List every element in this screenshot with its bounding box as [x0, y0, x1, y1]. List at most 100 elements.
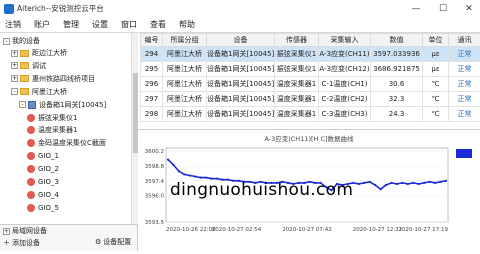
menu-window[interactable]: 窗口 — [116, 19, 145, 30]
table-row[interactable]: 295阿墨江大桥设备箱1网关[10045]振弦采集仪1A-3应变(CH12)36… — [141, 62, 480, 77]
expand-icon[interactable]: + — [3, 228, 10, 235]
watermark: dingnuohuishou.com — [170, 180, 353, 200]
tree-item[interactable]: GIO_2 — [27, 163, 59, 175]
menu-view[interactable]: 查看 — [145, 19, 174, 30]
col-header[interactable]: 数值 — [371, 34, 423, 47]
menu-settings[interactable]: 设置 — [87, 19, 116, 30]
expand-icon[interactable]: + — [11, 50, 18, 57]
minimize-icon[interactable]: — — [405, 0, 427, 17]
data-point — [178, 170, 180, 172]
tree-item[interactable]: 金码温度采集仪C截面 — [27, 137, 106, 149]
tree-item[interactable]: GIO_4 — [27, 189, 59, 201]
tree-item[interactable]: - 阿墨江大桥 — [11, 86, 67, 98]
table-cell: 30.6 — [371, 77, 423, 92]
tree-item[interactable]: GIO_3 — [27, 176, 59, 188]
table-cell: 设备箱1网关[10045] — [207, 47, 275, 62]
tree-item-label: 调试 — [32, 61, 46, 71]
collapse-icon[interactable]: - — [11, 88, 18, 95]
collapse-icon[interactable]: - — [3, 38, 10, 45]
data-point — [172, 164, 174, 166]
folder-icon — [20, 88, 29, 95]
chart-title: A-3应变(CH11)[H C]数据曲线 — [264, 134, 354, 143]
table-cell: C-1温度(CH1) — [319, 77, 371, 92]
col-header[interactable]: 所属分组 — [163, 34, 207, 47]
data-point — [401, 182, 403, 184]
y-tick-label: 3596.0 — [145, 194, 165, 200]
tree-item-label: 距边江大桥 — [32, 48, 67, 58]
device-tree: - 我的设备 +距边江大桥+调试+惠州铁路四线桥项目-阿墨江大桥-设备箱1网关[… — [0, 33, 138, 224]
table-cell: 295 — [141, 62, 163, 77]
folder-icon — [20, 62, 29, 69]
tree-item[interactable]: + 距边江大桥 — [11, 47, 67, 59]
col-header[interactable]: 编号 — [141, 34, 163, 47]
data-point — [385, 184, 387, 186]
sensor-icon — [27, 114, 35, 122]
table-cell: 正常 — [449, 77, 480, 92]
expand-icon[interactable]: + — [11, 75, 18, 82]
col-header[interactable]: 传感器 — [275, 34, 319, 47]
data-point — [189, 174, 191, 176]
tree-item[interactable]: GIO_1 — [27, 150, 59, 162]
table-row[interactable]: 298阿墨江大桥设备箱1网关[10045]温度采集器1C-3温度(CH3)24.… — [141, 107, 480, 122]
collapse-icon[interactable]: - — [19, 101, 26, 108]
y-tick-label: 3600.2 — [145, 149, 164, 155]
tree-item-label: GIO_2 — [38, 165, 59, 173]
maximize-icon[interactable]: ☐ — [432, 0, 454, 17]
gear-icon: ⚙ — [95, 238, 101, 246]
x-tick-label: 2020-10-27 02:54 — [212, 227, 262, 233]
table-cell: 298 — [141, 107, 163, 122]
data-point — [396, 183, 398, 185]
tree-item[interactable]: + 惠州铁路四线桥项目 — [11, 73, 95, 85]
menu-help[interactable]: 帮助 — [174, 19, 203, 30]
tree-item-label: 温度采集器1 — [38, 125, 77, 135]
table-row[interactable]: 296阿墨江大桥设备箱1网关[10045]温度采集器1C-1温度(CH1)30.… — [141, 77, 480, 92]
tree-item[interactable]: 振弦采集仪1 — [27, 112, 77, 124]
data-point — [434, 182, 436, 184]
data-point — [363, 182, 365, 184]
app-logo-icon — [4, 4, 14, 14]
tree-item[interactable]: -设备箱1网关[10045] — [19, 99, 106, 111]
tree-root[interactable]: - 我的设备 — [3, 35, 40, 47]
data-point — [200, 177, 202, 179]
table-cell: 正常 — [449, 107, 480, 122]
tree-item-label: 惠州铁路四线桥项目 — [32, 74, 95, 84]
tree-item[interactable]: + 调试 — [11, 60, 46, 72]
data-point — [358, 183, 360, 185]
plus-icon: ＋ — [3, 238, 10, 248]
table-cell: με — [423, 47, 449, 62]
data-point — [445, 180, 447, 182]
col-header[interactable]: 设备 — [207, 34, 275, 47]
table-cell: με — [423, 62, 449, 77]
window-title: Aiterich--安锐测控云平台 — [17, 3, 104, 14]
tree-item[interactable]: GIO_5 — [27, 202, 59, 214]
col-header[interactable]: 单位 — [423, 34, 449, 47]
expand-icon[interactable]: + — [11, 62, 18, 69]
tree-scrollbar[interactable] — [131, 33, 138, 224]
tree-item[interactable]: 温度采集器1 — [27, 124, 77, 136]
add-device-label: 添加设备 — [12, 238, 40, 248]
table-cell: C-2温度(CH2) — [319, 92, 371, 107]
data-point — [418, 183, 420, 185]
table-cell: 297 — [141, 92, 163, 107]
x-tick-label: 2020-10-27 17:19 — [398, 227, 448, 233]
menu-account[interactable]: 账户 — [29, 19, 58, 30]
device-config-button[interactable]: ⚙ 设备配置 — [95, 237, 131, 247]
menu-logout[interactable]: 注销 — [0, 19, 29, 30]
lan-devices-item[interactable]: + 局域网设备 — [0, 225, 137, 237]
table-row[interactable]: 297阿墨江大桥设备箱1网关[10045]温度采集器1C-2温度(CH2)32.… — [141, 92, 480, 107]
col-header[interactable]: 通讯 — [449, 34, 480, 47]
data-point — [374, 184, 376, 186]
data-point — [390, 182, 392, 184]
menu-manage[interactable]: 管理 — [58, 19, 87, 30]
col-header[interactable]: 采集输入 — [319, 34, 371, 47]
tree-item-label: 阿墨江大桥 — [32, 87, 67, 97]
close-icon[interactable]: ✕ — [458, 0, 480, 17]
data-point — [167, 159, 169, 161]
table-row[interactable]: 294阿墨江大桥设备箱1网关[10045]振弦采集仪1A-3应变(CH11)35… — [141, 47, 480, 62]
table-cell: 阿墨江大桥 — [163, 77, 207, 92]
table-cell: 振弦采集仪1 — [275, 47, 319, 62]
y-tick-label: 3597.4 — [145, 179, 165, 185]
sensor-icon — [27, 178, 35, 186]
tree-item-label: GIO_4 — [38, 191, 59, 199]
table-cell: 阿墨江大桥 — [163, 47, 207, 62]
